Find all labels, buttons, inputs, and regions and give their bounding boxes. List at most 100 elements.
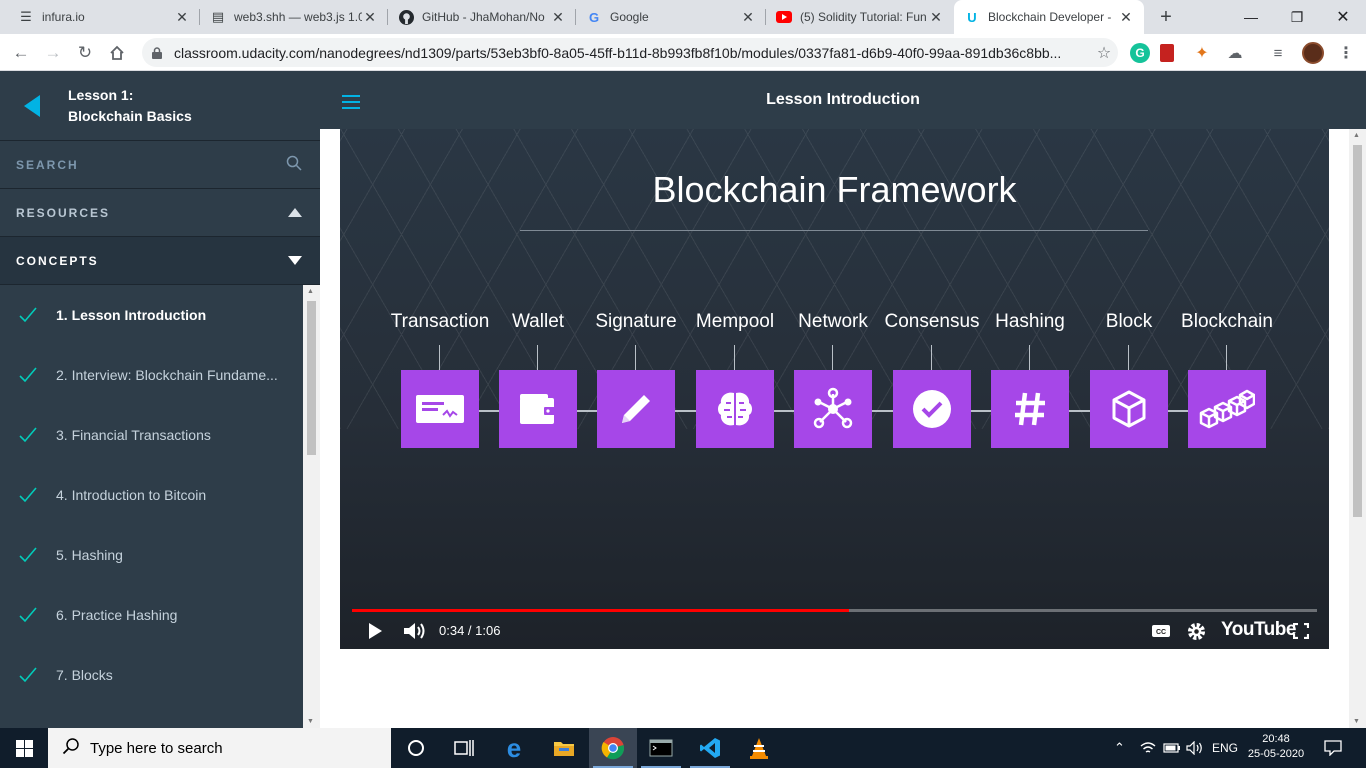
video-player[interactable]: Blockchain Framework Transaction Wallet …	[340, 129, 1329, 649]
grammarly-icon[interactable]: G	[1130, 43, 1150, 63]
caret-down-icon	[288, 256, 302, 265]
lesson-name: Blockchain Basics	[68, 107, 192, 124]
step-label: Mempool	[695, 311, 775, 332]
concepts-label: CONCEPTS	[16, 253, 99, 268]
scroll-up-arrow-icon[interactable]: ▲	[307, 288, 314, 295]
sidebar-concepts[interactable]: CONCEPTS	[0, 237, 320, 285]
concept-label: 1. Lesson Introduction	[56, 307, 207, 323]
browser-toolbar: ← → ↻ classroom.udacity.com/nanodegrees/…	[0, 34, 1366, 71]
checkmark-icon	[19, 487, 37, 503]
maximize-button[interactable]: ❐	[1274, 0, 1320, 34]
play-icon[interactable]	[364, 619, 386, 643]
step-label: Block	[1105, 311, 1153, 332]
new-tab-button[interactable]: +	[1154, 5, 1178, 29]
cloud-extension-icon[interactable]: ☁	[1225, 43, 1245, 63]
taskbar-search-box[interactable]: Type here to search	[48, 728, 391, 768]
lesson-number: Lesson 1:	[68, 86, 134, 103]
close-window-button[interactable]: ✕	[1320, 0, 1366, 34]
terminal-icon[interactable]	[637, 728, 685, 768]
cube-icon	[1090, 370, 1168, 448]
vlc-icon[interactable]	[735, 728, 783, 768]
search-icon[interactable]	[286, 155, 302, 174]
chrome-taskbar-icon[interactable]	[589, 728, 637, 768]
bookmark-extension-icon[interactable]	[1160, 44, 1174, 62]
sidebar-resources[interactable]: RESOURCES	[0, 189, 320, 237]
forward-button[interactable]: →	[40, 40, 66, 66]
connector-line	[773, 410, 795, 412]
lesson-title: Lesson 1: Blockchain Basics	[68, 85, 192, 127]
close-icon[interactable]: ✕	[928, 9, 944, 26]
close-icon[interactable]: ✕	[1118, 9, 1134, 26]
scrollbar-thumb[interactable]	[1353, 145, 1362, 517]
scroll-down-arrow-icon[interactable]: ▼	[307, 718, 314, 725]
volume-icon[interactable]	[402, 619, 428, 643]
address-bar[interactable]: classroom.udacity.com/nanodegrees/nd1309…	[142, 38, 1118, 67]
tab-infura[interactable]: ☰ infura.io ✕	[8, 0, 200, 34]
battery-icon[interactable]	[1163, 728, 1181, 768]
edge-browser-icon[interactable]: e	[490, 728, 538, 768]
step-label: Hashing	[995, 311, 1065, 332]
reload-button[interactable]: ↻	[72, 40, 98, 66]
sidebar-search[interactable]: SEARCH	[0, 141, 320, 189]
concept-item[interactable]: 1. Lesson Introduction	[0, 285, 303, 345]
scroll-down-arrow-icon[interactable]: ▼	[1353, 718, 1360, 725]
home-button[interactable]	[104, 40, 130, 66]
main-scrollbar[interactable]: ▲ ▼	[1349, 129, 1366, 728]
metamask-fox-icon[interactable]: ✦	[1192, 43, 1212, 63]
language-indicator[interactable]: ENG	[1212, 728, 1238, 768]
connector-line	[576, 410, 598, 412]
scrollbar-thumb[interactable]	[307, 301, 316, 455]
notifications-icon[interactable]	[1324, 728, 1342, 768]
step-label: Signature	[595, 311, 677, 332]
file-explorer-icon[interactable]	[540, 728, 588, 768]
profile-avatar[interactable]	[1302, 42, 1324, 64]
browser-tab-strip: ☰ infura.io ✕ ▤ web3.shh — web3.js 1.0 ✕…	[0, 0, 1366, 34]
hamburger-menu-icon[interactable]	[342, 95, 360, 113]
chrome-menu-icon[interactable]: ⋮	[1336, 43, 1356, 63]
video-controls: 0:34 / 1:06 CC YouTube	[340, 615, 1329, 647]
sidebar-scrollbar[interactable]: ▲ ▼	[303, 285, 320, 728]
back-arrow-icon[interactable]	[24, 94, 40, 117]
close-icon[interactable]: ✕	[740, 9, 756, 26]
youtube-logo[interactable]: YouTube	[1221, 619, 1296, 641]
tab-web3-docs[interactable]: ▤ web3.shh — web3.js 1.0 ✕	[200, 0, 388, 34]
vscode-icon[interactable]	[686, 728, 734, 768]
concept-label: 4. Introduction to Bitcoin	[56, 487, 207, 503]
bookmark-star-icon[interactable]: ☆	[1090, 43, 1118, 63]
concept-item[interactable]: 4. Introduction to Bitcoin	[0, 465, 303, 525]
concept-item[interactable]: 6. Practice Hashing	[0, 585, 303, 645]
close-icon[interactable]: ✕	[550, 9, 566, 26]
tab-github[interactable]: GitHub - JhaMohan/No ✕	[388, 0, 576, 34]
concept-item[interactable]: 3. Financial Transactions	[0, 405, 303, 465]
minimize-button[interactable]: —	[1228, 0, 1274, 34]
cortana-icon[interactable]	[392, 728, 440, 768]
back-button[interactable]: ←	[8, 40, 34, 66]
connector-line	[1166, 410, 1188, 412]
speaker-icon[interactable]	[1186, 728, 1204, 768]
close-icon[interactable]: ✕	[362, 9, 378, 26]
tab-title: infura.io	[42, 10, 85, 24]
media-control-icon[interactable]: ≡	[1268, 43, 1288, 63]
wifi-icon[interactable]	[1140, 728, 1156, 768]
checkmark-icon	[19, 427, 37, 443]
checkmark-circle-icon	[893, 370, 971, 448]
concept-item[interactable]: 7. Blocks	[0, 645, 303, 705]
scroll-up-arrow-icon[interactable]: ▲	[1353, 132, 1360, 139]
windows-start-icon[interactable]	[0, 728, 48, 768]
lesson-header[interactable]: Lesson 1: Blockchain Basics	[0, 71, 320, 141]
taskbar-search-placeholder: Type here to search	[90, 739, 223, 757]
concept-item[interactable]: 5. Hashing	[0, 525, 303, 585]
concept-item[interactable]: 2. Interview: Blockchain Fundame...	[0, 345, 303, 405]
fullscreen-icon[interactable]	[1290, 619, 1312, 643]
tab-google[interactable]: G Google ✕	[576, 0, 766, 34]
taskbar-clock[interactable]: 20:48 25-05-2020	[1244, 732, 1308, 762]
tab-udacity[interactable]: U Blockchain Developer - ✕	[954, 0, 1144, 34]
close-icon[interactable]: ✕	[174, 9, 190, 26]
captions-icon[interactable]: CC	[1150, 619, 1172, 643]
tab-youtube[interactable]: (5) Solidity Tutorial: Fun ✕	[766, 0, 954, 34]
clock-date: 25-05-2020	[1247, 748, 1305, 760]
show-hidden-icons-chevron-icon[interactable]: ⌃	[1114, 728, 1125, 768]
gear-icon[interactable]	[1185, 619, 1207, 643]
video-progress-bar[interactable]	[352, 609, 1317, 612]
task-view-icon[interactable]	[440, 728, 488, 768]
